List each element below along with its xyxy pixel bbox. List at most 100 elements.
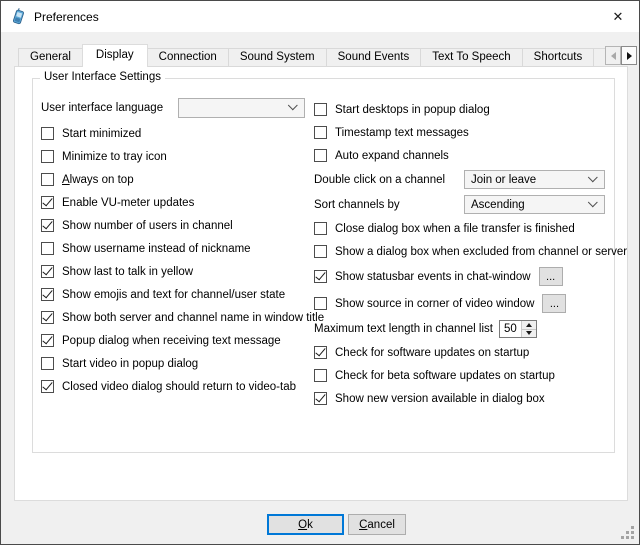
spin-down-button[interactable]: [522, 329, 536, 338]
checkbox-label: Show username instead of nickname: [62, 243, 251, 255]
arrow-down-icon: [526, 331, 532, 335]
tab-sound-events[interactable]: Sound Events: [326, 48, 422, 67]
ellipsis-button-show-source-in-corner-of-video-window[interactable]: ...: [542, 294, 566, 313]
combobox-sort-channels-by[interactable]: Ascending: [464, 195, 605, 214]
resize-grip[interactable]: [621, 526, 635, 540]
checkbox-start-minimized[interactable]: [41, 127, 54, 140]
checkbox-show-last-to-talk-in-yellow[interactable]: [41, 265, 54, 278]
row-start-desktops-in-popup-dialog: Start desktops in popup dialog: [314, 98, 606, 121]
tab-scroll-buttons: [605, 46, 637, 65]
checkbox-timestamp-text-messages[interactable]: [314, 126, 327, 139]
tab-connection[interactable]: Connection: [147, 48, 229, 67]
ok-button[interactable]: Ok: [267, 514, 344, 535]
arrow-right-icon: [627, 52, 632, 60]
row-auto-expand-channels: Auto expand channels: [314, 144, 606, 167]
checkbox-label: Minimize to tray icon: [62, 151, 167, 163]
checkbox-check-for-beta-software-updates-on-startup[interactable]: [314, 369, 327, 382]
row-show-new-version-available-in-dialog-box: Show new version available in dialog box: [314, 387, 606, 410]
combo-label: Double click on a channel: [314, 174, 464, 186]
row-timestamp-text-messages: Timestamp text messages: [314, 121, 606, 144]
titlebar[interactable]: Preferences ✕: [1, 1, 639, 32]
language-combobox[interactable]: [178, 98, 305, 118]
checkbox-label: Timestamp text messages: [335, 127, 469, 139]
ellipsis-button-show-statusbar-events-in-chat-window[interactable]: ...: [539, 267, 563, 286]
checkbox-show-statusbar-events-in-chat-window[interactable]: [314, 270, 327, 283]
display-tab-panel: User Interface Settings User interface l…: [14, 66, 628, 501]
checkbox-enable-vu-meter-updates[interactable]: [41, 196, 54, 209]
checkbox-show-both-server-and-channel-name-in-window-title[interactable]: [41, 311, 54, 324]
checkbox-start-desktops-in-popup-dialog[interactable]: [314, 103, 327, 116]
spinbox-value: 50: [500, 321, 521, 337]
checkbox-label: Check for software updates on startup: [335, 347, 529, 359]
checkbox-check-for-software-updates-on-startup[interactable]: [314, 346, 327, 359]
checkbox-closed-video-dialog-should-return-to-video-tab[interactable]: [41, 380, 54, 393]
row-start-video-in-popup-dialog: Start video in popup dialog: [41, 352, 314, 375]
right-settings-column: Start desktops in popup dialog Timestamp …: [314, 93, 606, 410]
tab-text-to-speech[interactable]: Text To Speech: [420, 48, 522, 67]
row-double-click-on-a-channel: Double click on a channelJoin or leave: [314, 167, 606, 192]
window-title: Preferences: [34, 10, 99, 24]
tab-scroll-left-button[interactable]: [605, 46, 621, 65]
checkbox-label: Start video in popup dialog: [62, 358, 198, 370]
checkbox-label: Show statusbar events in chat-window: [335, 271, 531, 283]
checkbox-label: Show number of users in channel: [62, 220, 233, 232]
tab-scroll-right-button[interactable]: [621, 46, 637, 65]
checkbox-always-on-top[interactable]: [41, 173, 54, 186]
checkbox-show-number-of-users-in-channel[interactable]: [41, 219, 54, 232]
row-minimize-to-tray-icon: Minimize to tray icon: [41, 145, 314, 168]
checkbox-show-username-instead-of-nickname[interactable]: [41, 242, 54, 255]
cancel-button[interactable]: Cancel: [348, 514, 406, 535]
row-show-emojis-and-text-for-channel-user-state: Show emojis and text for channel/user st…: [41, 283, 314, 306]
row-show-number-of-users-in-channel: Show number of users in channel: [41, 214, 314, 237]
row-show-last-to-talk-in-yellow: Show last to talk in yellow: [41, 260, 314, 283]
checkbox-show-emojis-and-text-for-channel-user-state[interactable]: [41, 288, 54, 301]
checkbox-label: Enable VU-meter updates: [62, 197, 194, 209]
row-show-username-instead-of-nickname: Show username instead of nickname: [41, 237, 314, 260]
language-label: User interface language: [41, 102, 178, 114]
checkbox-minimize-to-tray-icon[interactable]: [41, 150, 54, 163]
checkbox-show-new-version-available-in-dialog-box[interactable]: [314, 392, 327, 405]
group-user-interface-settings: User Interface Settings User interface l…: [32, 78, 615, 453]
checkbox-label: Start minimized: [62, 128, 141, 140]
tab-general[interactable]: General: [18, 48, 83, 67]
row-check-for-beta-software-updates-on-startup: Check for beta software updates on start…: [314, 364, 606, 387]
checkbox-label: Closed video dialog should return to vid…: [62, 381, 296, 393]
close-button[interactable]: ✕: [608, 7, 628, 27]
spinbox-maximum-text-length-in-channel-list[interactable]: 50: [499, 320, 537, 338]
spin-label: Maximum text length in channel list: [314, 323, 493, 335]
tab-video[interactable]: Video: [593, 48, 605, 67]
row-sort-channels-by: Sort channels by Ascending: [314, 192, 606, 217]
combobox-sort-channels-by-value: Ascending: [471, 199, 525, 211]
checkbox-close-dialog-box-when-a-file-transfer-is-finished[interactable]: [314, 222, 327, 235]
checkbox-label: Always on top: [62, 174, 134, 186]
spin-buttons: [521, 321, 536, 337]
checkbox-start-video-in-popup-dialog[interactable]: [41, 357, 54, 370]
checkbox-label: Close dialog box when a file transfer is…: [335, 223, 575, 235]
combobox-double-click-on-a-channel[interactable]: Join or leave: [464, 170, 605, 189]
group-title: User Interface Settings: [40, 71, 165, 83]
language-row: User interface language: [41, 97, 314, 118]
row-popup-dialog-when-receiving-text-message: Popup dialog when receiving text message: [41, 329, 314, 352]
row-maximum-text-length-in-channel-list: Maximum text length in channel list 50: [314, 317, 606, 341]
arrow-left-icon: [611, 52, 616, 60]
checkbox-label: Show a dialog box when excluded from cha…: [335, 246, 627, 258]
arrow-up-icon: [526, 323, 532, 327]
checkbox-popup-dialog-when-receiving-text-message[interactable]: [41, 334, 54, 347]
tab-sound-system[interactable]: Sound System: [228, 48, 327, 67]
combo-label: Sort channels by: [314, 199, 464, 211]
checkbox-show-source-in-corner-of-video-window[interactable]: [314, 297, 327, 310]
checkbox-label: Show last to talk in yellow: [62, 266, 193, 278]
checkbox-label: Start desktops in popup dialog: [335, 104, 490, 116]
tab-shortcuts[interactable]: Shortcuts: [522, 48, 595, 67]
chevron-down-icon: [288, 100, 298, 110]
checkbox-auto-expand-channels[interactable]: [314, 149, 327, 162]
checkbox-show-a-dialog-box-when-excluded-from-channel-or-server[interactable]: [314, 245, 327, 258]
checkbox-label: Show source in corner of video window: [335, 298, 534, 310]
app-icon: [10, 8, 27, 25]
row-show-both-server-and-channel-name-in-window-title: Show both server and channel name in win…: [41, 306, 314, 329]
spin-up-button[interactable]: [522, 321, 536, 329]
tab-display[interactable]: Display: [82, 44, 148, 67]
row-check-for-software-updates-on-startup: Check for software updates on startup: [314, 341, 606, 364]
left-settings-column: User interface language Start minimized M…: [41, 93, 314, 410]
row-always-on-top: Always on top: [41, 168, 314, 191]
